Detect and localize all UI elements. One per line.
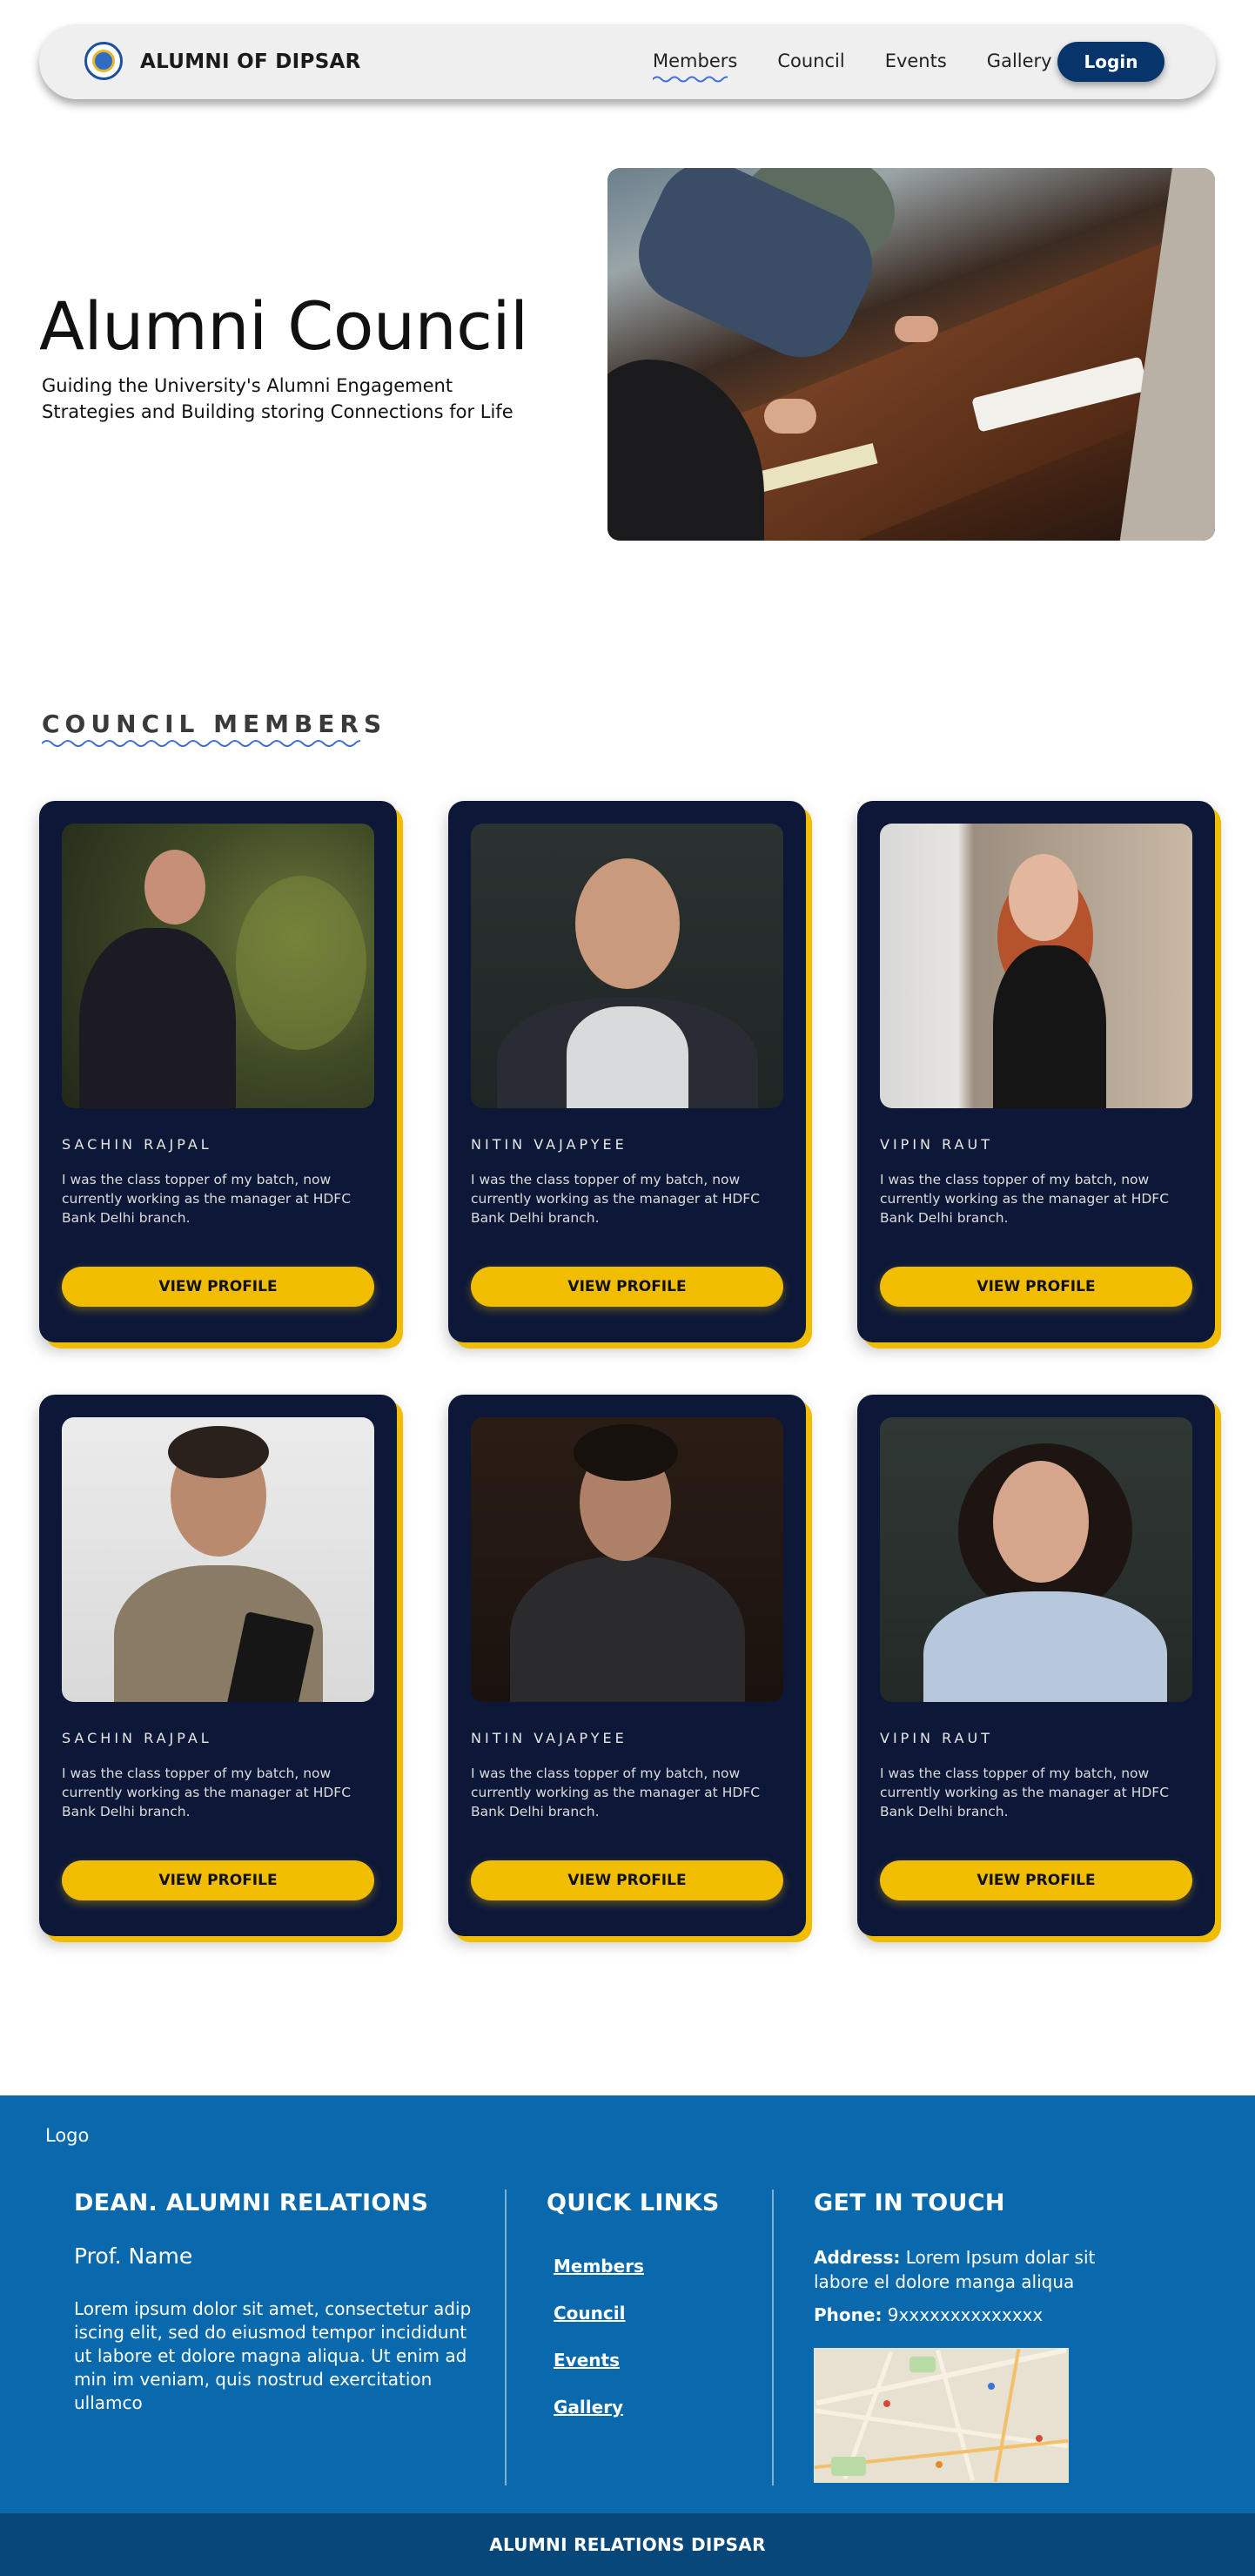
bottom-bar: ALUMNI RELATIONS DIPSAR bbox=[0, 2513, 1255, 2576]
contact-phone: Phone: 9xxxxxxxxxxxxxx bbox=[814, 2304, 1044, 2325]
member-photo bbox=[471, 1417, 783, 1702]
active-underline-wave bbox=[653, 76, 728, 83]
nav-link-council[interactable]: Council bbox=[777, 50, 844, 71]
footer-link-gallery[interactable]: Gallery bbox=[554, 2397, 623, 2418]
quick-links-heading: QUICK LINKS bbox=[547, 2189, 720, 2216]
member-photo bbox=[471, 824, 783, 1108]
member-bio: I was the class topper of my batch, now … bbox=[471, 1766, 761, 1819]
member-card: VIPIN RAUT I was the class topper of my … bbox=[857, 1395, 1215, 1936]
council-members-heading: COUNCIL MEMBERS bbox=[42, 710, 387, 738]
view-profile-button[interactable]: VIEW PROFILE bbox=[62, 1860, 374, 1900]
view-profile-button[interactable]: VIEW PROFILE bbox=[880, 1860, 1192, 1900]
dean-heading: DEAN. ALUMNI RELATIONS bbox=[74, 2189, 429, 2216]
bottom-bar-text: ALUMNI RELATIONS DIPSAR bbox=[489, 2534, 766, 2555]
view-profile-button[interactable]: VIEW PROFILE bbox=[471, 1860, 783, 1900]
member-card: SACHIN RAJPAL I was the class topper of … bbox=[39, 1395, 397, 1936]
university-logo[interactable] bbox=[84, 42, 123, 80]
view-profile-button[interactable]: VIEW PROFILE bbox=[62, 1267, 374, 1307]
member-name: SACHIN RAJPAL bbox=[62, 1136, 212, 1153]
member-name: VIPIN RAUT bbox=[880, 1730, 993, 1746]
member-photo bbox=[62, 824, 374, 1108]
member-bio: I was the class topper of my batch, now … bbox=[471, 1172, 761, 1226]
brand-title[interactable]: ALUMNI OF DIPSAR bbox=[140, 50, 361, 73]
member-card: NITIN VAJAPYEE I was the class topper of… bbox=[448, 1395, 806, 1936]
member-name: NITIN VAJAPYEE bbox=[471, 1136, 628, 1153]
member-bio: I was the class topper of my batch, now … bbox=[62, 1172, 352, 1226]
member-photo bbox=[880, 1417, 1192, 1702]
footer-divider bbox=[772, 2189, 774, 2485]
member-card: NITIN VAJAPYEE I was the class topper of… bbox=[448, 801, 806, 1342]
footer: Logo DEAN. ALUMNI RELATIONS Prof. Name L… bbox=[0, 2095, 1255, 2513]
member-bio: I was the class topper of my batch, now … bbox=[880, 1172, 1170, 1226]
dean-name: Prof. Name bbox=[74, 2243, 193, 2269]
footer-link-events[interactable]: Events bbox=[554, 2350, 620, 2371]
hero-meeting-photo bbox=[607, 168, 1215, 541]
contact-address: Address: Lorem Ipsum dolar sit labore el… bbox=[814, 2247, 1096, 2292]
view-profile-button[interactable]: VIEW PROFILE bbox=[880, 1267, 1192, 1307]
member-card: SACHIN RAJPAL I was the class topper of … bbox=[39, 801, 397, 1342]
nav-link-members[interactable]: Members bbox=[653, 50, 738, 83]
footer-divider bbox=[505, 2189, 507, 2485]
nav-link-events[interactable]: Events bbox=[885, 50, 947, 71]
footer-link-members[interactable]: Members bbox=[554, 2256, 644, 2277]
member-photo bbox=[880, 824, 1192, 1108]
dean-description: Lorem ipsum dolor sit amet, consectetur … bbox=[74, 2298, 472, 2413]
page-title: Alumni Council bbox=[39, 287, 528, 365]
navbar: ALUMNI OF DIPSAR Members Council Events … bbox=[39, 24, 1216, 99]
nav-link-gallery[interactable]: Gallery bbox=[987, 50, 1052, 71]
nav-links: Members Council Events Gallery bbox=[653, 50, 1092, 83]
emblem-icon bbox=[92, 50, 115, 72]
login-button[interactable]: Login bbox=[1057, 42, 1164, 82]
member-name: SACHIN RAJPAL bbox=[62, 1730, 212, 1746]
footer-logo[interactable]: Logo bbox=[45, 2125, 89, 2146]
hero-subtitle: Guiding the University's Alumni Engageme… bbox=[42, 375, 513, 422]
member-photo bbox=[62, 1417, 374, 1702]
contact-heading: GET IN TOUCH bbox=[814, 2189, 1005, 2216]
heading-underline-wave bbox=[42, 740, 360, 747]
footer-link-council[interactable]: Council bbox=[554, 2303, 625, 2324]
view-profile-button[interactable]: VIEW PROFILE bbox=[471, 1267, 783, 1307]
member-card: VIPIN RAUT I was the class topper of my … bbox=[857, 801, 1215, 1342]
member-bio: I was the class topper of my batch, now … bbox=[880, 1766, 1170, 1819]
member-name: NITIN VAJAPYEE bbox=[471, 1730, 628, 1746]
location-map[interactable] bbox=[814, 2348, 1069, 2483]
member-name: VIPIN RAUT bbox=[880, 1136, 993, 1153]
member-bio: I was the class topper of my batch, now … bbox=[62, 1766, 352, 1819]
